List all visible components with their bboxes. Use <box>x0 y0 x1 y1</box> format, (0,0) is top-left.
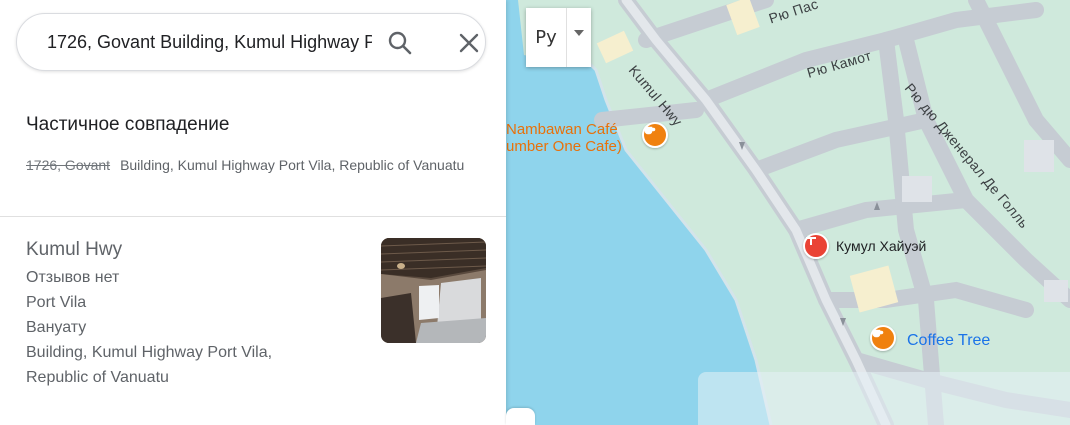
coffee-icon[interactable] <box>870 325 896 351</box>
map-bottom-overlay <box>698 372 1070 425</box>
result-address-line1: Building, Kumul Highway Port Vila, <box>26 344 273 361</box>
map-type-control[interactable]: Ру <box>526 8 591 67</box>
partial-match-address: 1726, Govant Building, Kumul Highway Port… <box>26 155 466 175</box>
close-icon <box>459 33 479 53</box>
partial-match-heading: Частичное совпадение <box>26 114 230 135</box>
chevron-down-icon <box>574 30 584 36</box>
search-input[interactable] <box>47 14 372 70</box>
unmatched-text: 1726, Govant <box>26 157 111 173</box>
search-icon <box>388 31 412 55</box>
result-address-line2: Republic of Vanuatu <box>26 369 169 386</box>
side-panel: Частичное совпадение 1726, Govant Buildin… <box>0 0 506 425</box>
place-photo <box>381 238 486 343</box>
map-type-label: Ру <box>535 27 557 48</box>
search-button[interactable] <box>385 28 415 58</box>
result-country: Вануату <box>26 319 87 336</box>
place-label-kumul-hayway[interactable]: Кумул Хайуэй <box>836 238 926 254</box>
collapse-panel-button[interactable] <box>506 408 535 425</box>
matched-address-text: Building, Kumul Highway Port Vila, Repub… <box>120 157 465 173</box>
result-list-item[interactable]: Kumul Hwy Отзывов нет Port Vila Вануату … <box>0 217 506 425</box>
search-box <box>16 13 486 71</box>
poi-label-coffee-tree[interactable]: Coffee Tree <box>907 332 990 350</box>
result-title: Kumul Hwy <box>26 239 123 260</box>
result-city: Port Vila <box>26 294 87 311</box>
poi-label-nambawan-line1[interactable]: Nambawan Café <box>506 121 618 139</box>
result-photo-thumbnail[interactable] <box>381 238 486 343</box>
clear-search-button[interactable] <box>454 28 484 58</box>
map-type-dropdown[interactable] <box>567 8 591 67</box>
poi-label-nambawan-line2[interactable]: umber One Cafe) <box>506 138 622 156</box>
map-type-button[interactable]: Ру <box>526 8 566 67</box>
pin-icon[interactable] <box>803 233 829 259</box>
coffee-icon[interactable] <box>642 122 668 148</box>
result-reviews: Отзывов нет <box>26 269 120 286</box>
